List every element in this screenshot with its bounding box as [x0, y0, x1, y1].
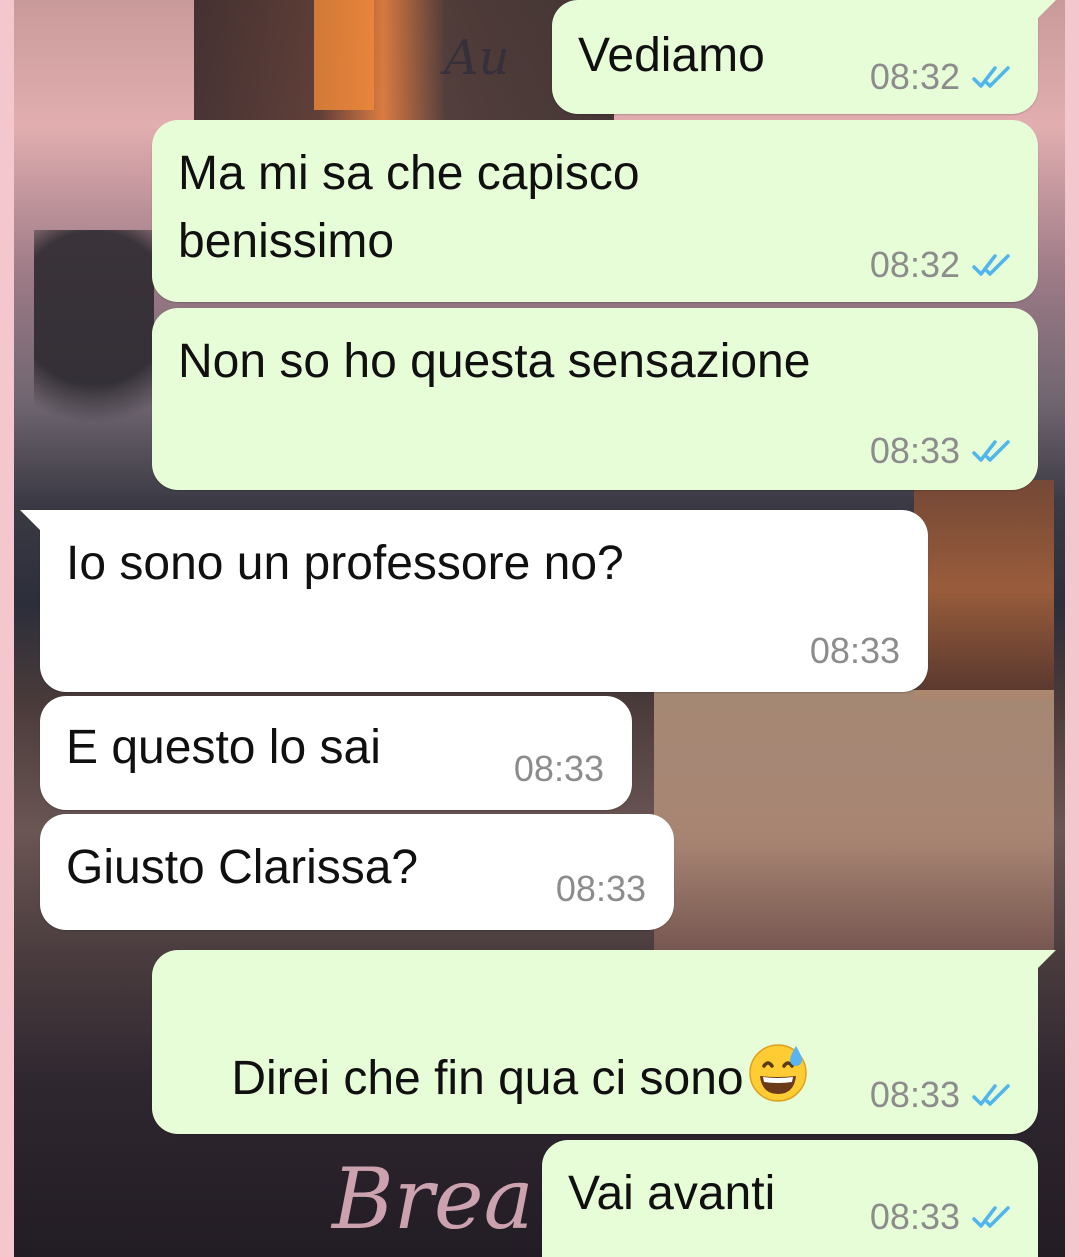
- message-bubble-incoming[interactable]: Io sono un professore no? 08:33: [20, 510, 928, 692]
- double-check-read-icon: [972, 254, 1010, 276]
- message-text-content: Direi che fin qua ci sono: [231, 1052, 744, 1105]
- message-bubble-outgoing[interactable]: Ma mi sa che capisco benissimo 08:32: [152, 120, 1038, 302]
- message-meta: 08:33: [514, 748, 604, 790]
- message-time: 08:32: [869, 56, 960, 97]
- message-bubble-outgoing[interactable]: Non so ho questa sensazione 08:33: [152, 308, 1038, 490]
- message-text: Vediamo: [578, 29, 765, 82]
- wallpaper-palm: [34, 230, 154, 490]
- double-check-read-icon: [972, 1206, 1010, 1228]
- message-bubble-outgoing[interactable]: Direi che fin qua ci sono 08:33: [152, 950, 1056, 1134]
- message-text: Vai avanti: [568, 1167, 776, 1220]
- message-text: E questo lo sai: [66, 721, 381, 774]
- message-bubble-outgoing[interactable]: Vai avanti 08:33: [542, 1140, 1038, 1257]
- message-meta: 08:33: [870, 430, 1014, 472]
- message-time: 08:33: [555, 868, 646, 909]
- wallpaper-window: [654, 690, 1054, 950]
- message-text: Non so ho questa sensazione: [178, 335, 811, 388]
- double-check-read-icon: [972, 66, 1010, 88]
- message-text: Ma mi sa che capisco benissimo: [178, 147, 640, 268]
- message-time: 08:32: [869, 244, 960, 285]
- message-text: Giusto Clarissa?: [66, 841, 419, 894]
- wallpaper-lamp: [314, 0, 374, 110]
- message-time: 08:33: [869, 1196, 960, 1237]
- message-meta: 08:32: [870, 244, 1014, 286]
- message-bubble-incoming[interactable]: E questo lo sai 08:33: [40, 696, 632, 810]
- message-meta: 08:33: [556, 868, 646, 910]
- grinning-face-with-sweat-emoji: [748, 1044, 807, 1102]
- double-check-read-icon: [972, 440, 1010, 462]
- bubble-tail: [20, 510, 46, 536]
- message-meta: 08:33: [870, 1074, 1014, 1116]
- bubble-tail: [1030, 0, 1056, 26]
- message-time: 08:33: [869, 430, 960, 471]
- message-time: 08:33: [809, 630, 900, 671]
- message-time: 08:33: [869, 1074, 960, 1115]
- message-meta: 08:33: [870, 1196, 1014, 1238]
- message-text: Io sono un professore no?: [66, 537, 624, 590]
- message-bubble-outgoing[interactable]: Vediamo 08:32: [552, 0, 1056, 114]
- double-check-read-icon: [972, 1084, 1010, 1106]
- message-bubble-incoming[interactable]: Giusto Clarissa? 08:33: [40, 814, 674, 930]
- wallpaper-building: [194, 0, 614, 120]
- wallpaper-script-top: Au: [444, 30, 510, 86]
- wallpaper-shopfront: [914, 480, 1054, 700]
- message-meta: 08:32: [870, 56, 1014, 98]
- message-meta: 08:33: [810, 630, 900, 672]
- message-time: 08:33: [513, 748, 604, 789]
- bubble-tail: [1030, 950, 1056, 976]
